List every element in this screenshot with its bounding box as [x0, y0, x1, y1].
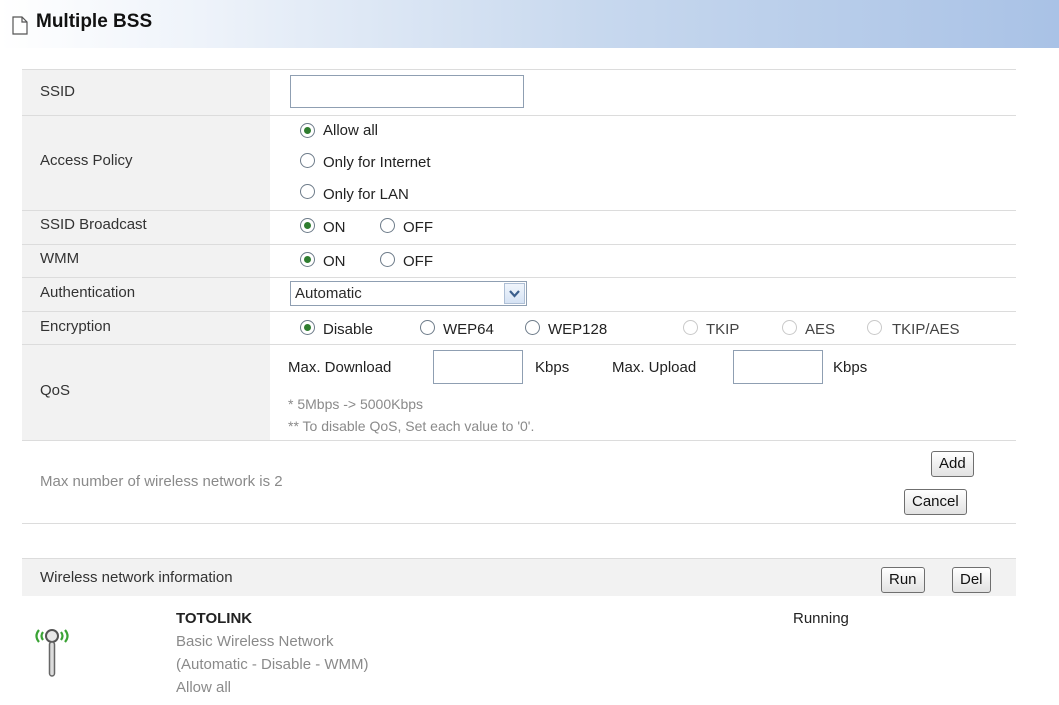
cancel-button[interactable]: Cancel: [904, 489, 967, 515]
authentication-select[interactable]: Automatic: [290, 281, 527, 306]
chevron-down-icon[interactable]: [504, 283, 525, 304]
authentication-value: Automatic: [295, 285, 362, 302]
encryption-wep128-label: WEP128: [548, 321, 608, 338]
add-button[interactable]: Add: [931, 451, 974, 477]
max-download-label: Max. Download: [288, 359, 392, 376]
access-lan-only-radio[interactable]: [300, 184, 315, 199]
access-allow-all-radio[interactable]: [300, 123, 315, 138]
info-title: Wireless network information: [40, 569, 233, 586]
max-download-input[interactable]: [433, 350, 523, 384]
encryption-aes-label: AES: [805, 321, 836, 338]
qos-label: QoS: [40, 382, 71, 399]
encryption-label: Encryption: [40, 318, 111, 335]
page-header: Multiple BSS: [0, 0, 1059, 48]
run-button[interactable]: Run: [881, 567, 925, 593]
wmm-off-label: OFF: [403, 253, 433, 270]
network-name: TOTOLINK: [176, 610, 253, 627]
access-policy-label: Access Policy: [40, 152, 133, 169]
ssid-broadcast-off-label: OFF: [403, 219, 433, 236]
wmm-on-radio[interactable]: [300, 252, 315, 267]
upload-unit-label: Kbps: [833, 359, 868, 376]
qos-hint-conversion: * 5Mbps -> 5000Kbps: [288, 396, 424, 412]
encryption-disable-label: Disable: [323, 321, 374, 338]
wmm-off-radio[interactable]: [380, 252, 395, 267]
encryption-tkip-aes-label: TKIP/AES: [892, 321, 960, 338]
network-settings: (Automatic - Disable - WMM): [176, 656, 369, 673]
ssid-label: SSID: [40, 83, 76, 100]
ssid-broadcast-label: SSID Broadcast: [40, 216, 147, 233]
encryption-wep64-label: WEP64: [443, 321, 494, 338]
network-type: Basic Wireless Network: [176, 633, 334, 650]
ssid-broadcast-on-radio[interactable]: [300, 218, 315, 233]
network-status: Running: [793, 610, 849, 627]
max-upload-input[interactable]: [733, 350, 823, 384]
encryption-disable-radio[interactable]: [300, 320, 315, 335]
wmm-on-label: ON: [323, 253, 346, 270]
encryption-aes-radio[interactable]: [782, 320, 797, 335]
access-allow-all-label: Allow all: [323, 122, 379, 139]
wmm-label: WMM: [40, 250, 80, 267]
max-networks-note: Max number of wireless network is 2: [40, 473, 283, 490]
document-icon: [12, 16, 28, 39]
access-lan-only-label: Only for LAN: [323, 186, 409, 203]
encryption-wep64-radio[interactable]: [420, 320, 435, 335]
max-upload-label: Max. Upload: [612, 359, 697, 376]
encryption-tkip-label: TKIP: [706, 321, 740, 338]
qos-hint-disable: ** To disable QoS, Set each value to '0'…: [288, 418, 535, 434]
wireless-antenna-icon: [32, 622, 72, 686]
del-button[interactable]: Del: [952, 567, 991, 593]
download-unit-label: Kbps: [535, 359, 570, 376]
authentication-label: Authentication: [40, 284, 136, 301]
page-title: Multiple BSS: [36, 11, 153, 32]
ssid-broadcast-on-label: ON: [323, 219, 346, 236]
encryption-tkip-aes-radio[interactable]: [867, 320, 882, 335]
encryption-wep128-radio[interactable]: [525, 320, 540, 335]
ssid-input[interactable]: [290, 75, 524, 108]
access-internet-only-radio[interactable]: [300, 153, 315, 168]
encryption-tkip-radio[interactable]: [683, 320, 698, 335]
ssid-broadcast-off-radio[interactable]: [380, 218, 395, 233]
network-access-policy: Allow all: [176, 679, 232, 696]
access-internet-only-label: Only for Internet: [323, 154, 431, 171]
